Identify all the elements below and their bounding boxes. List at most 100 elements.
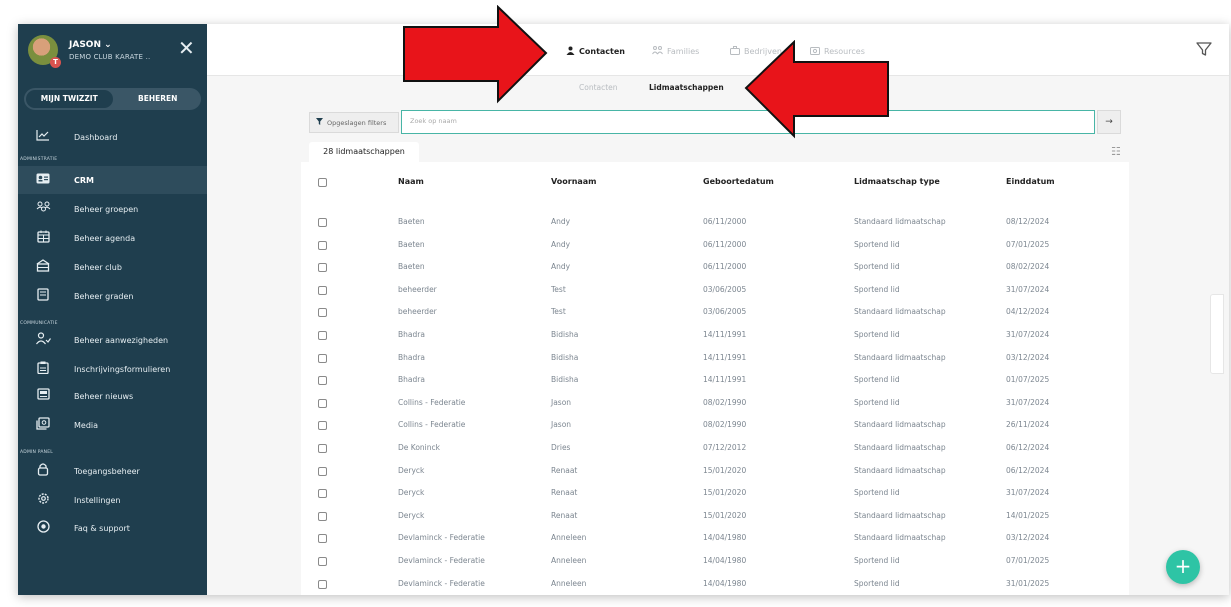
cell-geboortedatum: 15/01/2020 bbox=[703, 488, 747, 498]
saved-filters-button[interactable]: Opgeslagen filters bbox=[309, 112, 399, 133]
sidebar-item-toegangsbeheer[interactable]: Toegangsbeheer bbox=[18, 457, 207, 485]
side-panel-handle[interactable] bbox=[1210, 294, 1224, 374]
cell-lidmaatschap-type: Standaard lidmaatschap bbox=[854, 420, 946, 430]
columns-icon[interactable]: ☷ bbox=[1111, 145, 1121, 158]
search-submit-button[interactable]: → bbox=[1097, 110, 1121, 134]
row-checkbox[interactable] bbox=[318, 240, 327, 250]
sidebar-item-label: Media bbox=[74, 420, 99, 430]
mode-mijn-twizzit[interactable]: MIJN TWIZZIT bbox=[26, 90, 113, 108]
cell-lidmaatschap-type: Standaard lidmaatschap bbox=[854, 352, 946, 362]
column-header-naam[interactable]: Naam bbox=[398, 177, 424, 186]
table-row[interactable]: Bhadra Bidisha 14/11/1991 Sportend lid 31/07… bbox=[301, 325, 1129, 347]
row-checkbox[interactable] bbox=[318, 444, 327, 453]
column-header-lidmaatschap-type[interactable]: Lidmaatschap type bbox=[854, 177, 940, 186]
mode-beheren[interactable]: BEHEREN bbox=[115, 88, 202, 110]
table-row[interactable]: Collins - Federatie Jason 08/02/1990 Sporte… bbox=[301, 393, 1129, 415]
row-checkbox[interactable] bbox=[318, 218, 327, 227]
sidebar-item-beheer-agenda[interactable]: Beheer agenda bbox=[18, 224, 207, 252]
subtab-contacten[interactable]: Contacten bbox=[579, 83, 618, 92]
tab-families[interactable]: Families bbox=[652, 46, 699, 57]
row-checkbox[interactable] bbox=[318, 557, 327, 566]
table-row[interactable]: Deryck Renaat 15/01/2020 Standaard lidmaats… bbox=[301, 506, 1129, 528]
calendar-icon bbox=[35, 230, 51, 247]
cell-naam: Deryck bbox=[398, 510, 425, 520]
sidebar-item-crm[interactable]: CRM bbox=[18, 166, 207, 194]
row-checkbox[interactable] bbox=[318, 398, 327, 408]
table-row[interactable]: Devlaminck - Federatie Anneleen 14/04/1980… bbox=[301, 528, 1129, 550]
column-header-voornaam[interactable]: Voornaam bbox=[551, 177, 597, 186]
sidebar-item-label: Beheer aanwezigheden bbox=[74, 335, 169, 345]
sidebar-item-beheer-nieuws[interactable]: Beheer nieuws bbox=[18, 382, 207, 410]
sidebar-item-label: Instellingen bbox=[74, 495, 121, 505]
select-all-checkbox[interactable] bbox=[318, 178, 327, 187]
close-icon[interactable]: ✕ bbox=[178, 38, 195, 58]
cell-einddatum: 01/07/2025 bbox=[1006, 375, 1050, 385]
column-header-geboortedatum[interactable]: Geboortedatum bbox=[703, 177, 774, 186]
table-row[interactable]: Bhadra Bidisha 14/11/1991 Sportend lid 01/07… bbox=[301, 370, 1129, 392]
row-checkbox[interactable] bbox=[318, 353, 327, 363]
memberships-count-tab[interactable]: 28 lidmaatschappen bbox=[309, 142, 419, 162]
cell-einddatum: 06/12/2024 bbox=[1006, 443, 1050, 452]
sidebar-item-label: Beheer nieuws bbox=[74, 391, 134, 401]
cell-geboortedatum: 14/11/1991 bbox=[703, 330, 747, 339]
sidebar-item-beheer-club[interactable]: Beheer club bbox=[18, 253, 207, 281]
saved-filters-label: Opgeslagen filters bbox=[327, 118, 387, 127]
table-row[interactable]: De Koninck Dries 07/12/2012 Standaard lidma… bbox=[301, 438, 1129, 460]
sidebar-item-dashboard[interactable]: Dashboard bbox=[18, 123, 207, 151]
table-row[interactable]: beheerder Test 03/06/2005 Standaard lidmaat… bbox=[301, 302, 1129, 324]
tab-label: Families bbox=[667, 47, 700, 56]
sidebar-item-label: Beheer graden bbox=[74, 291, 134, 301]
lock-icon bbox=[35, 462, 51, 480]
cell-naam: Bhadra bbox=[398, 330, 425, 339]
cell-lidmaatschap-type: Sportend lid bbox=[854, 488, 900, 498]
cell-naam: Collins - Federatie bbox=[398, 420, 466, 430]
table-row[interactable]: Deryck Renaat 15/01/2020 Standaard lidmaats… bbox=[301, 461, 1129, 483]
subtab-lidmaatschappen[interactable]: Lidmaatschappen bbox=[649, 83, 724, 92]
sidebar-item-inschrijvingsformulieren[interactable]: Inschrijvingsformulieren bbox=[18, 355, 207, 383]
person-icon bbox=[566, 46, 575, 57]
user-check-icon bbox=[35, 331, 51, 349]
table-row[interactable]: Devlaminck - Federatie Anneleen 14/04/1980… bbox=[301, 574, 1129, 595]
user-header[interactable]: T JASON ⌄ DEMO CLUB KARATE .. ✕ bbox=[18, 24, 207, 76]
row-checkbox[interactable] bbox=[318, 579, 327, 589]
row-checkbox[interactable] bbox=[318, 489, 327, 499]
row-checkbox[interactable] bbox=[318, 534, 327, 544]
row-checkbox[interactable] bbox=[318, 263, 327, 273]
cell-geboortedatum: 06/11/2000 bbox=[703, 239, 747, 249]
table-row[interactable]: Baeten Andy 06/11/2000 Sportend lid 07/01/20… bbox=[301, 235, 1129, 257]
table-row[interactable]: Collins - Federatie Jason 08/02/1990 Standa… bbox=[301, 415, 1129, 437]
row-checkbox[interactable] bbox=[318, 511, 327, 521]
table-row[interactable]: beheerder Test 03/06/2005 Sportend lid 31/07… bbox=[301, 280, 1129, 302]
cell-lidmaatschap-type: Sportend lid bbox=[854, 578, 900, 588]
cell-geboortedatum: 06/11/2000 bbox=[703, 262, 747, 272]
row-checkbox[interactable] bbox=[318, 466, 327, 476]
table-row[interactable]: Baeten Andy 06/11/2000 Standaard lidmaatsch… bbox=[301, 212, 1129, 234]
sidebar-item-media[interactable]: Media bbox=[18, 411, 207, 439]
sidebar-item-beheer-aanwezigheden[interactable]: Beheer aanwezigheden bbox=[18, 326, 207, 354]
table-row[interactable]: Deryck Renaat 15/01/2020 Sportend lid 31/07/… bbox=[301, 483, 1129, 505]
sidebar-item-beheer-graden[interactable]: Beheer graden bbox=[18, 282, 207, 310]
sidebar-item-beheer-groepen[interactable]: Beheer groepen bbox=[18, 195, 207, 223]
row-checkbox[interactable] bbox=[318, 376, 327, 386]
cell-lidmaatschap-type: Standaard lidmaatschap bbox=[854, 465, 946, 475]
row-checkbox[interactable] bbox=[318, 308, 327, 318]
sidebar-item-instellingen[interactable]: Instellingen bbox=[18, 486, 207, 514]
groups-icon bbox=[35, 201, 51, 218]
column-header-einddatum[interactable]: Einddatum bbox=[1006, 177, 1055, 186]
table-row[interactable]: Baeten Andy 06/11/2000 Sportend lid 08/02/20… bbox=[301, 257, 1129, 279]
sidebar-item-label: Beheer groepen bbox=[74, 204, 139, 214]
row-checkbox[interactable] bbox=[318, 285, 327, 295]
table-row[interactable]: Devlaminck - Federatie Anneleen 14/04/1980… bbox=[301, 551, 1129, 573]
tab-contacten[interactable]: Contacten bbox=[566, 46, 625, 57]
row-checkbox[interactable] bbox=[318, 421, 327, 431]
table-row[interactable]: Bhadra Bidisha 14/11/1991 Standaard lidmaat… bbox=[301, 348, 1129, 370]
cell-geboortedatum: 15/01/2020 bbox=[703, 465, 747, 475]
cell-geboortedatum: 14/11/1991 bbox=[703, 375, 747, 385]
row-checkbox[interactable] bbox=[318, 331, 327, 340]
filter-icon[interactable] bbox=[1193, 38, 1215, 60]
add-button[interactable]: + bbox=[1166, 550, 1200, 584]
gear-icon bbox=[35, 492, 51, 509]
sidebar-item-faq-support[interactable]: Faq & support bbox=[18, 514, 207, 542]
cell-naam: Bhadra bbox=[398, 375, 425, 385]
clipboard-icon bbox=[35, 361, 51, 378]
